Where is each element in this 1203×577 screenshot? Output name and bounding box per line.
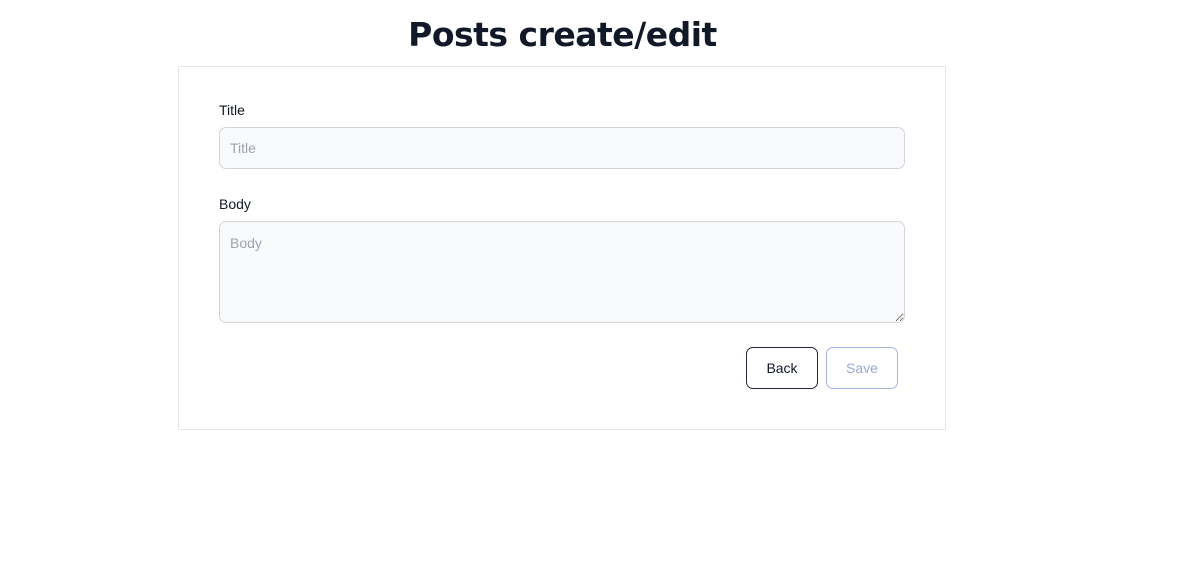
title-input[interactable] (219, 127, 905, 169)
body-textarea[interactable] (219, 221, 905, 323)
page-title: Posts create/edit (408, 15, 717, 54)
title-label: Title (219, 102, 245, 118)
post-form-card: Title Body Back Save (178, 66, 946, 430)
back-button[interactable]: Back (746, 347, 818, 389)
save-button[interactable]: Save (826, 347, 898, 389)
body-label: Body (219, 196, 251, 212)
